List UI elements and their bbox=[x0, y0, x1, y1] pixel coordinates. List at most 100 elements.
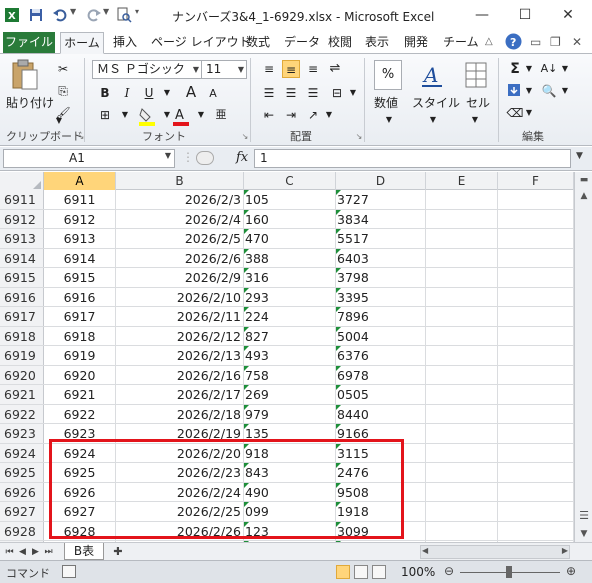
underline-dropdown-icon[interactable]: ▼ bbox=[158, 84, 176, 102]
new-sheet-icon[interactable]: ✚ bbox=[110, 543, 126, 561]
scroll-thumb-icon[interactable]: ☰ bbox=[576, 508, 592, 524]
styles-button[interactable]: スタイル bbox=[412, 94, 460, 111]
bold-button[interactable]: B bbox=[96, 84, 114, 102]
cell-d[interactable]: 3834 bbox=[336, 209, 426, 228]
cell-b[interactable]: 2026/2/12 bbox=[116, 326, 244, 345]
cells-dropdown-icon[interactable]: ▼ bbox=[466, 111, 484, 129]
cell-f[interactable] bbox=[498, 463, 574, 482]
cell-e[interactable] bbox=[426, 229, 498, 248]
row-header[interactable]: 6915 bbox=[0, 268, 44, 287]
cell-b[interactable]: 2026/2/6 bbox=[116, 248, 244, 267]
customize-qat-icon[interactable]: ▾ bbox=[135, 7, 151, 23]
zoom-level[interactable]: 100% bbox=[401, 565, 435, 579]
cell-a[interactable]: 6921 bbox=[44, 385, 116, 404]
cell-c[interactable]: 918 bbox=[244, 443, 336, 462]
cell-d[interactable]: 3727 bbox=[336, 190, 426, 209]
decrease-font-icon[interactable]: A bbox=[204, 85, 222, 103]
cell-e[interactable] bbox=[426, 346, 498, 365]
cell-a[interactable]: 6926 bbox=[44, 482, 116, 501]
row-header[interactable]: 6916 bbox=[0, 287, 44, 306]
increase-indent-icon[interactable]: ⇥ bbox=[282, 106, 300, 124]
tab-file[interactable]: ファイル bbox=[3, 32, 55, 53]
wrap-text-icon[interactable]: ⇌ bbox=[326, 60, 344, 78]
cell-e[interactable] bbox=[426, 463, 498, 482]
number-button[interactable]: 数値 bbox=[374, 94, 398, 111]
cell-b[interactable]: 2026/2/24 bbox=[116, 482, 244, 501]
alignment-launcher-icon[interactable]: ↘ bbox=[350, 128, 368, 146]
paste-button[interactable]: 貼り付け bbox=[6, 94, 54, 111]
prev-sheet-icon[interactable]: ◀ bbox=[17, 543, 28, 561]
cell-d[interactable]: 2476 bbox=[336, 463, 426, 482]
column-header-f[interactable]: F bbox=[498, 172, 574, 190]
cell-a[interactable]: 6928 bbox=[44, 521, 116, 540]
fill-dropdown-icon[interactable]: ▼ bbox=[520, 82, 538, 100]
row-header[interactable]: 6922 bbox=[0, 404, 44, 423]
cell-d[interactable]: 9166 bbox=[336, 424, 426, 443]
cell-b[interactable]: 2026/2/4 bbox=[116, 209, 244, 228]
align-left-icon[interactable]: ☰ bbox=[260, 84, 278, 102]
cell-e[interactable] bbox=[426, 521, 498, 540]
cell-e[interactable] bbox=[426, 248, 498, 267]
cell-e[interactable] bbox=[426, 404, 498, 423]
cell-c[interactable]: 099 bbox=[244, 502, 336, 521]
cell-d[interactable]: 8440 bbox=[336, 404, 426, 423]
cell-f[interactable] bbox=[498, 521, 574, 540]
find-dropdown-icon[interactable]: ▼ bbox=[556, 82, 574, 100]
cell-b[interactable]: 2026/2/3 bbox=[116, 190, 244, 209]
cell-e[interactable] bbox=[426, 385, 498, 404]
cell-a[interactable]: 6927 bbox=[44, 502, 116, 521]
font-name-box[interactable]: ＭＳ Ｐゴシック ▼ bbox=[92, 60, 202, 79]
cell-c[interactable]: 135 bbox=[244, 424, 336, 443]
cell-c[interactable]: 224 bbox=[244, 307, 336, 326]
font-color-icon[interactable]: A bbox=[172, 106, 190, 126]
borders-dropdown-icon[interactable]: ▼ bbox=[116, 106, 134, 124]
phonetic-icon[interactable]: 亜 bbox=[212, 106, 230, 124]
fill-color-icon[interactable] bbox=[138, 106, 156, 126]
cell-a[interactable]: 6922 bbox=[44, 404, 116, 423]
cell-b[interactable]: 2026/2/9 bbox=[116, 268, 244, 287]
cell-f[interactable] bbox=[498, 385, 574, 404]
redo-icon[interactable] bbox=[86, 7, 102, 23]
copy-icon[interactable]: ⎘ bbox=[54, 82, 72, 100]
cell-a[interactable]: 6915 bbox=[44, 268, 116, 287]
normal-view-icon[interactable] bbox=[336, 565, 350, 579]
cell-c[interactable]: 493 bbox=[244, 346, 336, 365]
row-header[interactable]: 6924 bbox=[0, 443, 44, 462]
row-header[interactable]: 6917 bbox=[0, 307, 44, 326]
row-header[interactable]: 6926 bbox=[0, 482, 44, 501]
cell-f[interactable] bbox=[498, 248, 574, 267]
cell-a[interactable]: 6923 bbox=[44, 424, 116, 443]
cell-d[interactable]: 1918 bbox=[336, 502, 426, 521]
workbook-restore-icon[interactable]: ❐ bbox=[550, 32, 561, 54]
row-header[interactable]: 6914 bbox=[0, 248, 44, 267]
cell-c[interactable]: 388 bbox=[244, 248, 336, 267]
split-box-icon[interactable]: ▬ bbox=[576, 172, 592, 188]
cell-f[interactable] bbox=[498, 229, 574, 248]
cell-a[interactable]: 6917 bbox=[44, 307, 116, 326]
cell-f[interactable] bbox=[498, 268, 574, 287]
cell-c[interactable]: 758 bbox=[244, 365, 336, 384]
cell-d[interactable]: 6376 bbox=[336, 346, 426, 365]
row-header[interactable]: 6921 bbox=[0, 385, 44, 404]
orientation-dropdown-icon[interactable]: ▼ bbox=[320, 106, 338, 124]
align-middle-icon[interactable]: ≡ bbox=[282, 60, 300, 78]
row-header[interactable]: 6918 bbox=[0, 326, 44, 345]
sheet-tab[interactable]: B表 bbox=[64, 543, 104, 560]
cell-f[interactable] bbox=[498, 307, 574, 326]
paste-icon[interactable] bbox=[10, 58, 40, 92]
cell-f[interactable] bbox=[498, 326, 574, 345]
cell-a[interactable]: 6912 bbox=[44, 209, 116, 228]
clear-dropdown-icon[interactable]: ▼ bbox=[520, 104, 538, 122]
cell-b[interactable]: 2026/2/18 bbox=[116, 404, 244, 423]
cell-f[interactable] bbox=[498, 365, 574, 384]
cell-c[interactable]: 105 bbox=[244, 190, 336, 209]
autosum-dropdown-icon[interactable]: ▼ bbox=[520, 60, 538, 78]
select-all-button[interactable] bbox=[0, 172, 44, 190]
tab-formulas[interactable]: 数式 bbox=[246, 32, 270, 54]
cell-c[interactable]: 123 bbox=[244, 521, 336, 540]
cell-c[interactable]: 316 bbox=[244, 268, 336, 287]
workbook-minimize-icon[interactable]: ▭ bbox=[530, 32, 541, 54]
cell-d[interactable]: 7896 bbox=[336, 307, 426, 326]
cell-e[interactable] bbox=[426, 190, 498, 209]
cell-e[interactable] bbox=[426, 307, 498, 326]
